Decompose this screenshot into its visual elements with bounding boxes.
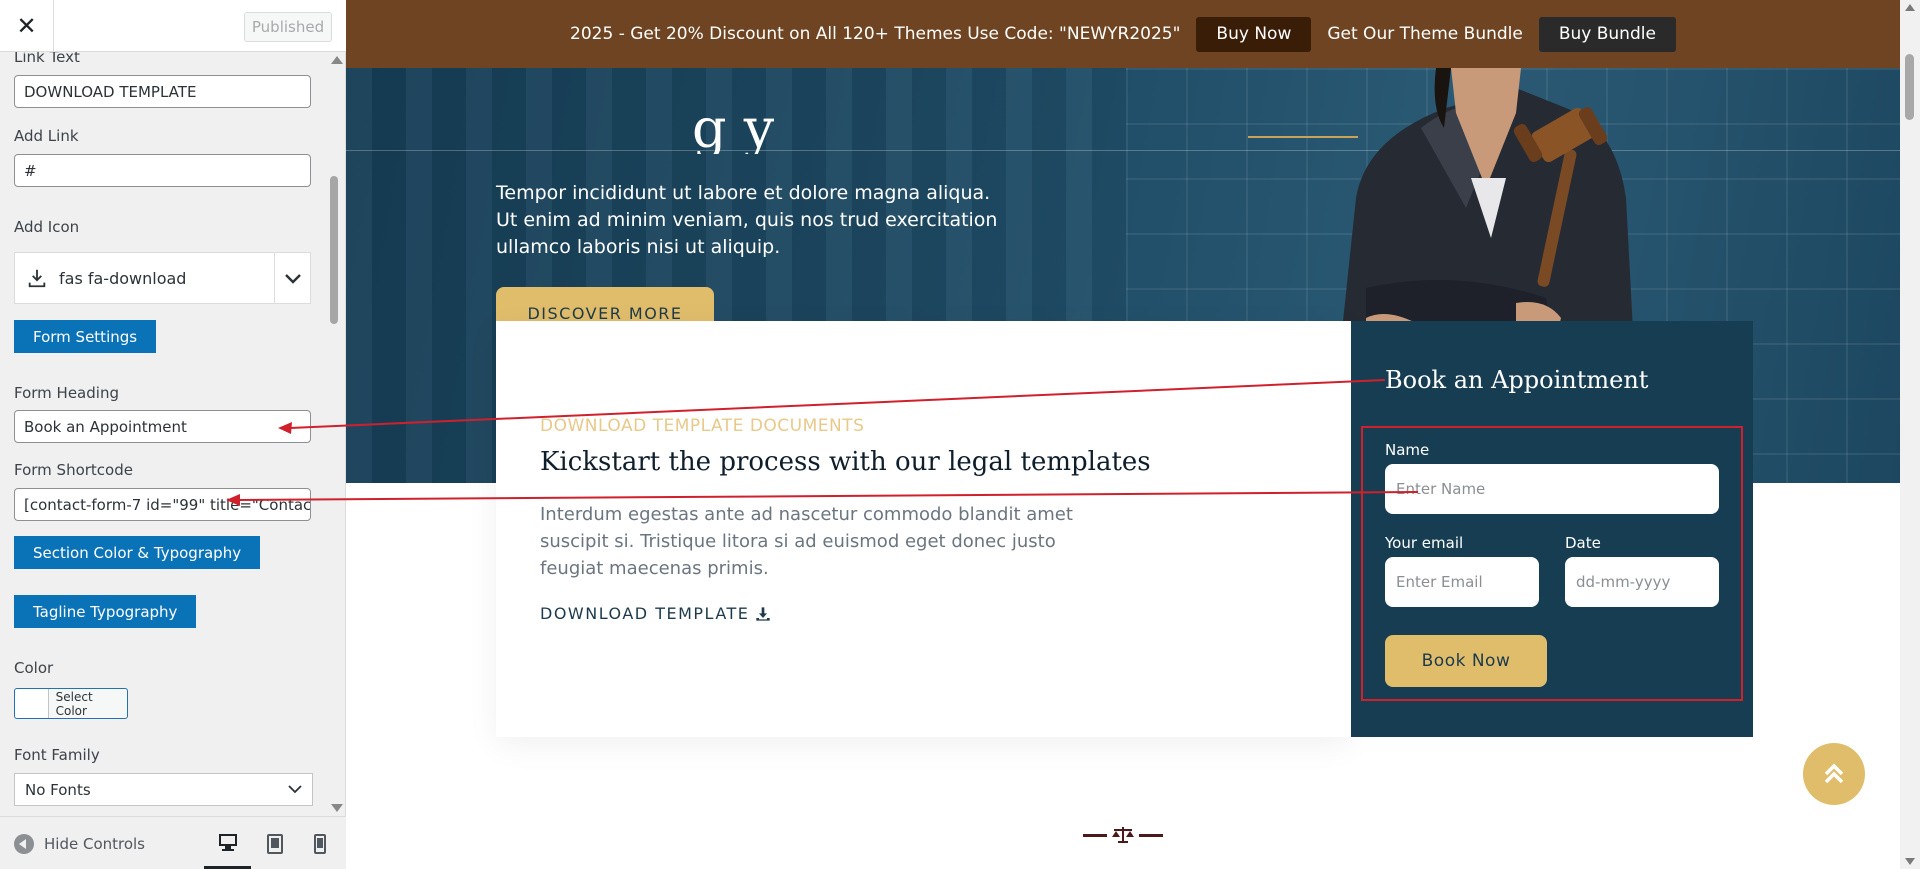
scrollbar-thumb[interactable] [330,176,338,324]
scrollbar-thumb[interactable] [1905,54,1914,120]
date-field[interactable]: dd-mm-yyyy [1565,557,1719,607]
divider-line [1139,833,1163,837]
download-tagline: DOWNLOAD TEMPLATE DOCUMENTS [540,416,865,436]
promo-text: 2025 - Get 20% Discount on All 120+ Them… [570,24,1181,44]
add-link-input[interactable]: # [14,154,311,187]
scales-icon [1112,827,1134,843]
book-now-button[interactable]: Book Now [1385,635,1547,687]
mobile-icon [313,833,326,854]
icon-picker-value: fas fa-download [59,269,187,288]
double-chevron-up-icon [1824,763,1844,784]
scroll-up-arrow-icon[interactable] [1905,4,1915,11]
hero-heading: g y [692,118,775,154]
add-link-label: Add Link [14,127,79,145]
form-heading-label: Form Heading [14,384,119,402]
bundle-text: Get Our Theme Bundle [1327,24,1523,44]
scroll-down-arrow-icon[interactable] [1905,858,1915,865]
font-family-select[interactable]: No Fonts [14,773,313,806]
tablet-preview-button[interactable] [251,817,298,869]
desktop-icon [218,833,237,851]
font-family-value: No Fonts [25,780,91,799]
form-shortcode-input[interactable]: [contact-form-7 id="99" title="Contact f [14,488,311,521]
hero-text: Tempor incididunt ut labore et dolore ma… [496,182,998,258]
email-label: Your email [1385,534,1464,552]
section-color-typography-button[interactable]: Section Color & Typography [14,536,261,569]
close-button[interactable]: ✕ [0,0,54,52]
published-button[interactable]: Published [244,12,332,42]
preview-scrollbar[interactable] [1900,0,1920,869]
form-settings-button[interactable]: Form Settings [14,320,157,353]
appointment-panel: Book an Appointment Name Enter Name Your… [1351,321,1753,737]
divider-line [1083,833,1107,837]
section-divider [1083,826,1163,844]
hide-controls-button[interactable]: Hide Controls [14,834,145,854]
download-icon [756,606,771,621]
collapse-icon [14,834,34,854]
email-field[interactable]: Enter Email [1385,557,1539,607]
chevron-down-icon [288,785,302,794]
name-field[interactable]: Enter Name [1385,464,1719,514]
tagline-typography-button[interactable]: Tagline Typography [14,595,197,628]
scroll-to-top-button[interactable] [1803,743,1865,805]
scroll-up-arrow-icon[interactable] [331,56,343,64]
date-label: Date [1565,534,1601,552]
select-color-label: Select Color [55,689,93,718]
form-heading-input[interactable]: Book an Appointment [14,410,311,443]
tablet-icon [266,833,283,854]
buy-bundle-button[interactable]: Buy Bundle [1538,16,1676,52]
site-preview: g y Tempor incididunt ut labore et dolor… [346,0,1920,869]
name-label: Name [1385,441,1430,459]
font-family-label: Font Family [14,746,100,764]
add-icon-label: Add Icon [14,218,80,236]
form-shortcode-label: Form Shortcode [14,461,133,479]
customizer-sidebar: ✕ Published Link Text DOWNLOAD TEMPLATE … [0,0,346,869]
select-color-button[interactable]: Select Color [14,688,128,719]
appointment-title: Book an Appointment [1385,366,1649,394]
download-text: Interdum egestas ante ad nascetur commod… [540,504,1073,579]
scroll-down-arrow-icon[interactable] [331,804,343,812]
link-text-label: Link Text [14,52,80,66]
color-label: Color [14,659,54,677]
sidebar-scrollbar[interactable] [326,52,343,816]
download-template-link[interactable]: DOWNLOAD TEMPLATE [540,604,771,623]
promo-banner: 2025 - Get 20% Discount on All 120+ Them… [346,0,1900,68]
chevron-down-icon [284,274,301,284]
color-swatch [15,689,49,718]
download-template-card: DOWNLOAD TEMPLATE DOCUMENTS Kickstart th… [496,321,1351,737]
download-icon [28,269,46,288]
sidebar-footer: Hide Controls [0,816,346,869]
download-link-label: DOWNLOAD TEMPLATE [540,604,750,623]
sidebar-controls: Link Text DOWNLOAD TEMPLATE Add Link # A… [0,52,346,816]
icon-picker[interactable]: fas fa-download [14,252,311,304]
download-heading: Kickstart the process with our legal tem… [540,447,1151,477]
icon-picker-toggle[interactable] [274,253,310,303]
mobile-preview-button[interactable] [296,817,343,869]
link-text-input[interactable]: DOWNLOAD TEMPLATE [14,75,311,108]
sidebar-header: ✕ Published [0,0,346,52]
hide-controls-label: Hide Controls [44,835,146,853]
buy-now-button[interactable]: Buy Now [1196,16,1312,52]
desktop-preview-button[interactable] [204,817,251,869]
